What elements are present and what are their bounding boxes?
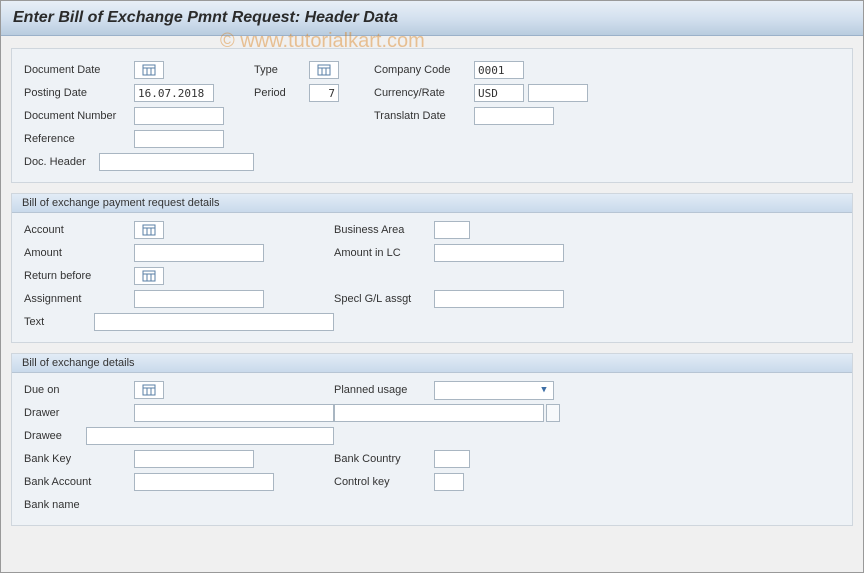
company-code-label: Company Code xyxy=(374,64,474,76)
account-input[interactable] xyxy=(134,221,164,239)
document-date-label: Document Date xyxy=(24,64,134,76)
title-bar: Enter Bill of Exchange Pmnt Request: Hea… xyxy=(1,1,863,36)
planned-usage-label: Planned usage xyxy=(334,384,434,396)
account-label: Account xyxy=(24,224,134,236)
amount-input[interactable] xyxy=(134,244,264,262)
business-area-label: Business Area xyxy=(334,224,434,236)
drawer-input[interactable] xyxy=(134,404,334,422)
type-label: Type xyxy=(254,64,309,76)
return-before-label: Return before xyxy=(24,270,134,282)
bank-account-label: Bank Account xyxy=(24,476,134,488)
type-input[interactable] xyxy=(309,61,339,79)
payment-request-title: Bill of exchange payment request details xyxy=(12,194,852,213)
due-on-input[interactable] xyxy=(134,381,164,399)
period-input[interactable] xyxy=(309,84,339,102)
drawee-input[interactable] xyxy=(86,427,334,445)
text-label: Text xyxy=(24,316,94,328)
due-on-label: Due on xyxy=(24,384,134,396)
chevron-down-icon: ▼ xyxy=(537,383,551,397)
amount-lc-label: Amount in LC xyxy=(334,247,434,259)
drawer-lookup-button[interactable] xyxy=(546,404,560,422)
company-code-input[interactable] xyxy=(474,61,524,79)
exchange-details-title: Bill of exchange details xyxy=(12,354,852,373)
rate-input[interactable] xyxy=(528,84,588,102)
doc-header-input[interactable] xyxy=(99,153,254,171)
reference-input[interactable] xyxy=(134,130,224,148)
business-area-input[interactable] xyxy=(434,221,470,239)
period-label: Period xyxy=(254,87,309,99)
assignment-input[interactable] xyxy=(134,290,264,308)
assignment-label: Assignment xyxy=(24,293,134,305)
planned-usage-dropdown[interactable]: ▼ xyxy=(434,381,554,400)
amount-lc-input[interactable] xyxy=(434,244,564,262)
translatn-date-label: Translatn Date xyxy=(374,110,474,122)
drawer-label: Drawer xyxy=(24,407,134,419)
document-number-input[interactable] xyxy=(134,107,224,125)
exchange-details-group: Bill of exchange details Due on Drawer xyxy=(11,353,853,526)
bank-name-label: Bank name xyxy=(24,499,134,511)
document-date-input[interactable] xyxy=(134,61,164,79)
bank-key-label: Bank Key xyxy=(24,453,134,465)
bank-account-input[interactable] xyxy=(134,473,274,491)
currency-rate-label: Currency/Rate xyxy=(374,87,474,99)
translatn-date-input[interactable] xyxy=(474,107,554,125)
drawer-input-2[interactable] xyxy=(334,404,544,422)
control-key-label: Control key xyxy=(334,476,434,488)
bank-country-input[interactable] xyxy=(434,450,470,468)
posting-date-label: Posting Date xyxy=(24,87,134,99)
doc-header-label: Doc. Header xyxy=(24,156,99,168)
content-area: Document Date Posting Date Document Numb… xyxy=(1,36,863,546)
text-input[interactable] xyxy=(94,313,334,331)
reference-label: Reference xyxy=(24,133,134,145)
posting-date-input[interactable] xyxy=(134,84,214,102)
control-key-input[interactable] xyxy=(434,473,464,491)
specl-gl-input[interactable] xyxy=(434,290,564,308)
currency-input[interactable] xyxy=(474,84,524,102)
bank-country-label: Bank Country xyxy=(334,453,434,465)
amount-label: Amount xyxy=(24,247,134,259)
return-before-input[interactable] xyxy=(134,267,164,285)
document-number-label: Document Number xyxy=(24,110,134,122)
drawee-label: Drawee xyxy=(24,430,86,442)
header-fields: Document Date Posting Date Document Numb… xyxy=(11,48,853,183)
specl-gl-label: Specl G/L assgt xyxy=(334,293,434,305)
payment-request-group: Bill of exchange payment request details… xyxy=(11,193,853,343)
page-title: Enter Bill of Exchange Pmnt Request: Hea… xyxy=(13,9,851,27)
bank-key-input[interactable] xyxy=(134,450,254,468)
